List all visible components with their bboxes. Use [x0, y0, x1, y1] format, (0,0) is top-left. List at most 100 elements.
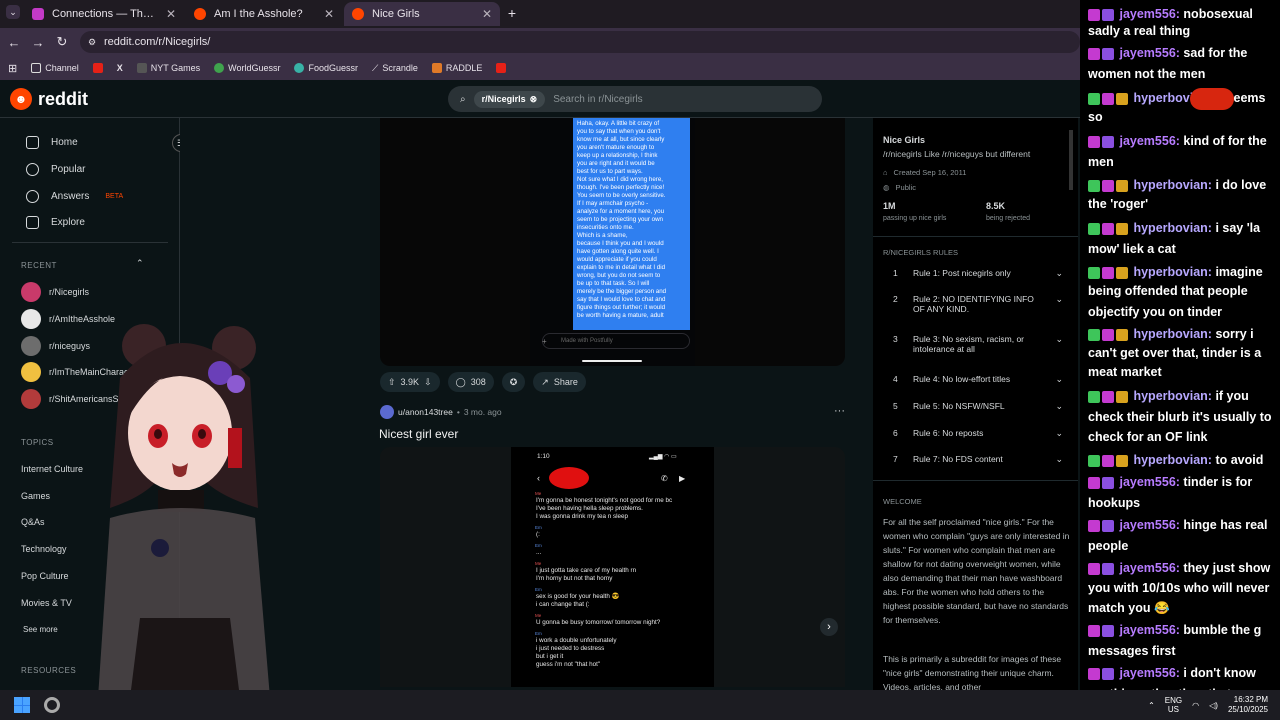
- topic-internet-culture[interactable]: Internet Culture: [21, 464, 83, 474]
- tab-connections[interactable]: Connections — The New York Tim ✕: [24, 2, 184, 26]
- bookmark-foodguessr[interactable]: FoodGuessr: [294, 63, 358, 73]
- bookmark-worldguessr[interactable]: WorldGuessr: [214, 63, 280, 73]
- award-button[interactable]: ✪: [501, 372, 526, 392]
- post-2-image[interactable]: 1:10 ▂▄▆ ◠ ▭ ‹ ✆ ▶ Me I'm gonna be honest…: [380, 447, 845, 687]
- chevron-up-icon[interactable]: ⌃: [1148, 701, 1155, 710]
- rule-number: 7: [893, 454, 898, 464]
- carousel-next-button[interactable]: ›: [820, 618, 838, 636]
- chevron-down-icon[interactable]: ⌄: [1055, 268, 1063, 279]
- sidebar-item-popular[interactable]: Popular: [26, 163, 85, 176]
- post-author[interactable]: u/anon143tree: [398, 407, 453, 417]
- bookmark-nyt-games[interactable]: NYT Games: [136, 63, 200, 73]
- clock[interactable]: 16:32 PM 25/10/2025: [1228, 695, 1268, 715]
- chevron-down-icon[interactable]: ⌄: [1055, 374, 1063, 385]
- resources-section-label: RESOURCES: [21, 666, 77, 675]
- subreddit-search-chip[interactable]: r/Nicegirls ⊗: [473, 90, 546, 108]
- new-tab-button[interactable]: +: [504, 5, 520, 21]
- windows-start-icon[interactable]: [14, 697, 30, 713]
- phone-screenshot: 1:10 ▂▄▆ ◠ ▭ ‹ ✆ ▶ Me I'm gonna be honest…: [511, 447, 714, 687]
- topic-pop-culture[interactable]: Pop Culture: [21, 571, 69, 581]
- chat-text: hookups: [1088, 496, 1141, 510]
- chat-badge-icon: [1102, 222, 1114, 235]
- bookmark-youtube-2[interactable]: [496, 63, 507, 73]
- chat-text: the 'roger': [1088, 197, 1149, 211]
- search-input[interactable]: Search in r/Nicegirls: [553, 94, 642, 105]
- bookmark-youtube[interactable]: [92, 63, 103, 73]
- rule-item[interactable]: 1 Rule 1: Post nicegirls only ⌄: [893, 268, 1063, 279]
- login-button[interactable]: [1190, 88, 1234, 110]
- bookmark-raddle[interactable]: RADDLE: [431, 63, 482, 73]
- bookmark-x[interactable]: X: [117, 63, 123, 73]
- chevron-down-icon[interactable]: ⌄: [1055, 334, 1063, 345]
- chevron-down-icon[interactable]: ⌄: [1055, 401, 1063, 412]
- rule-item[interactable]: 4 Rule 4: No low-effort titles ⌄: [893, 374, 1063, 385]
- post-title[interactable]: Nicest girl ever: [379, 427, 458, 441]
- close-tab-icon[interactable]: ✕: [166, 7, 176, 21]
- rule-item[interactable]: 3 Rule 3: No sexism, racism, or intoleran…: [893, 334, 1063, 354]
- tab-search-icon[interactable]: ⌄: [6, 5, 20, 19]
- comments-button[interactable]: ◯ 308: [447, 372, 494, 392]
- fork-icon: ⟋: [372, 62, 379, 73]
- share-button[interactable]: ↗ Share: [533, 372, 586, 392]
- post-1-image[interactable]: Haha, okay. A little bit crazy of you to…: [380, 118, 845, 366]
- downvote-icon[interactable]: ⇩: [424, 377, 432, 388]
- site-info-icon[interactable]: ⚙: [88, 37, 96, 48]
- search-bar[interactable]: ⌕ r/Nicegirls ⊗ Search in r/Nicegirls: [448, 86, 822, 112]
- language-indicator[interactable]: ENG US: [1165, 696, 1182, 714]
- chat-username: jayem556:: [1116, 134, 1184, 148]
- see-more-link[interactable]: See more: [23, 625, 58, 634]
- chat-badge-icon: [1102, 562, 1114, 575]
- home-icon: [26, 136, 39, 149]
- reload-icon[interactable]: ↻: [54, 34, 70, 50]
- sidebar-item-explore[interactable]: Explore: [26, 216, 85, 229]
- forward-icon[interactable]: →: [30, 34, 46, 50]
- nyt-icon: [136, 63, 147, 73]
- address-bar[interactable]: ⚙ reddit.com/r/Nicegirls/: [80, 31, 1080, 53]
- topic-qas[interactable]: Q&As: [21, 517, 45, 527]
- chat-text: nobosexual: [1183, 7, 1253, 21]
- rule-item[interactable]: 5 Rule 5: No NSFW/NSFL ⌄: [893, 401, 1063, 412]
- bookmark-channel[interactable]: Channel: [31, 63, 79, 73]
- chevron-down-icon[interactable]: ⌄: [1055, 454, 1063, 465]
- tab-aita[interactable]: Am I the Asshole? ✕: [186, 2, 342, 26]
- chat-message: sadly a real thing: [1088, 21, 1280, 42]
- chip-label: r/Nicegirls: [481, 94, 526, 104]
- user-avatar[interactable]: [380, 405, 394, 419]
- reddit-logo[interactable]: ☻ reddit: [10, 88, 88, 110]
- recent-section-label: RECENT: [21, 261, 57, 270]
- divider: [12, 242, 168, 243]
- tab-nice-girls[interactable]: Nice Girls ✕: [344, 2, 500, 26]
- chat-badge-icon: [1088, 179, 1100, 192]
- topic-games[interactable]: Games: [21, 491, 50, 501]
- close-tab-icon[interactable]: ✕: [324, 7, 334, 21]
- community-description: /r/nicegirls Like /r/niceguys but differ…: [883, 149, 1031, 159]
- chat-text: i do love: [1215, 178, 1267, 192]
- wifi-icon[interactable]: ◠: [1192, 701, 1199, 710]
- chat-message: hyperbovian: if you: [1088, 386, 1280, 407]
- recent-sub-nicegirls[interactable]: r/Nicegirls: [21, 282, 89, 302]
- volume-icon[interactable]: ◁): [1209, 701, 1218, 710]
- chevron-up-icon[interactable]: ⌃: [136, 258, 144, 269]
- chevron-down-icon[interactable]: ⌄: [1055, 294, 1063, 305]
- bookmark-scrandle[interactable]: ⟋ Scrandle: [372, 63, 418, 74]
- rule-item[interactable]: 2 Rule 2: NO IDENTIFYING INFO OF ANY KIND…: [893, 294, 1063, 314]
- page-scrollbar[interactable]: [1069, 130, 1073, 190]
- chat-badge-icon: [1102, 8, 1114, 21]
- topic-movies-tv[interactable]: Movies & TV: [21, 598, 72, 608]
- upvote-icon[interactable]: ⇧: [388, 377, 396, 388]
- redacted-name-blob: [549, 467, 589, 489]
- post-options-icon[interactable]: ···: [834, 405, 845, 417]
- close-tab-icon[interactable]: ✕: [482, 7, 492, 21]
- clock-date: 25/10/2025: [1227, 705, 1268, 714]
- chip-remove-icon[interactable]: ⊗: [530, 94, 538, 105]
- topic-technology[interactable]: Technology: [21, 544, 67, 554]
- rule-item[interactable]: 6 Rule 6: No reposts ⌄: [893, 428, 1063, 439]
- back-icon[interactable]: ←: [6, 34, 22, 50]
- apps-grid-icon[interactable]: ⊞: [8, 62, 17, 75]
- browser-taskbar-icon[interactable]: [44, 697, 60, 713]
- sidebar-item-answers[interactable]: Answers BETA: [26, 190, 123, 203]
- sidebar-item-home[interactable]: Home: [26, 136, 78, 149]
- chat-message: jayem556: they just show: [1088, 558, 1280, 579]
- rule-item[interactable]: 7 Rule 7: No FDS content ⌄: [893, 454, 1063, 465]
- chevron-down-icon[interactable]: ⌄: [1055, 428, 1063, 439]
